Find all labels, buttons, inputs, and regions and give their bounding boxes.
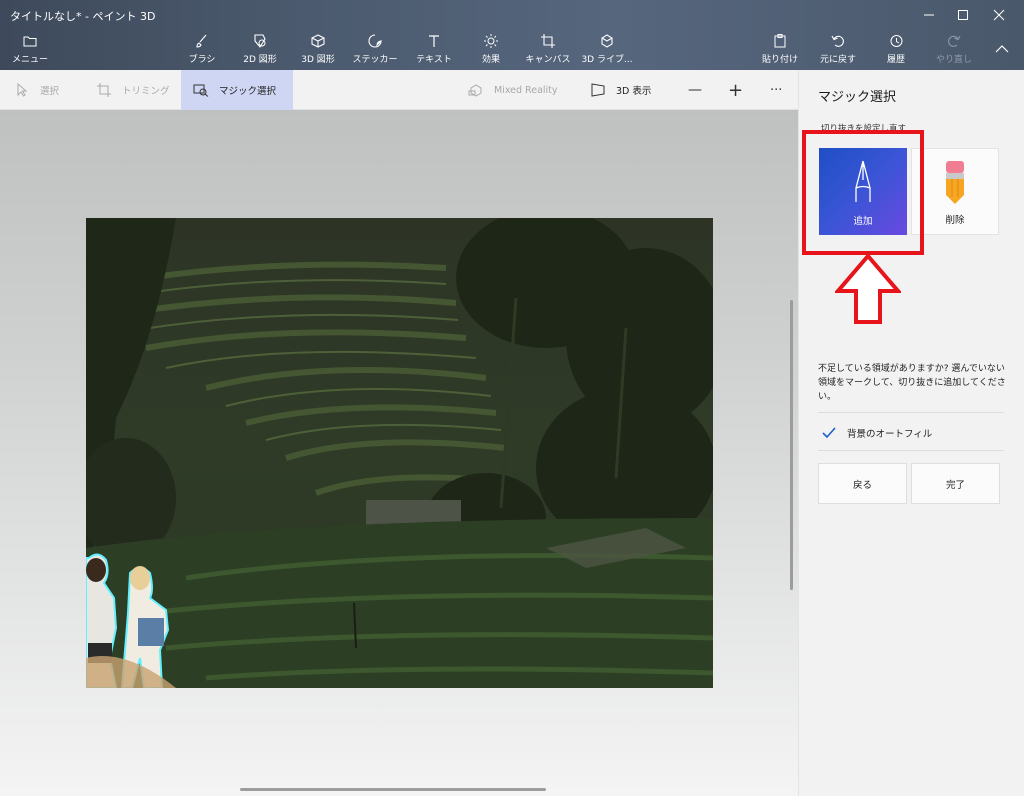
tool-effects-label: 効果 xyxy=(481,55,500,65)
close-button[interactable] xyxy=(982,0,1016,30)
shapes-2d-icon xyxy=(251,32,269,50)
back-button[interactable]: 戻る xyxy=(818,463,907,504)
history-button[interactable]: 履歴 xyxy=(878,32,914,68)
zoom-in-icon: + xyxy=(728,79,744,101)
back-label: 戻る xyxy=(852,479,872,491)
maximize-button[interactable] xyxy=(946,0,980,30)
brush-icon xyxy=(193,32,211,50)
undo-label: 元に戻す xyxy=(819,55,856,65)
minimize-icon xyxy=(924,14,934,16)
mixed-reality-button[interactable]: Mixed Reality xyxy=(468,70,558,110)
select-label: 選択 xyxy=(40,86,60,97)
tool-canvas[interactable]: キャンバス xyxy=(525,32,571,68)
view-3d-label: 3D 表示 xyxy=(616,86,652,97)
view-3d-icon xyxy=(590,82,606,98)
undo-button[interactable]: 元に戻す xyxy=(816,32,860,68)
divider xyxy=(818,412,1004,413)
paste-button[interactable]: 貼り付け xyxy=(760,32,800,68)
select-button[interactable]: 選択 xyxy=(14,70,59,110)
done-button[interactable]: 完了 xyxy=(911,463,1000,504)
title-bar: タイトルなし* - ペイント 3D xyxy=(0,0,1024,30)
vertical-scrollbar[interactable] xyxy=(790,300,793,590)
remove-button[interactable]: 削除 xyxy=(911,148,999,235)
tool-canvas-label: キャンバス xyxy=(525,55,571,65)
clipboard-icon xyxy=(771,32,789,50)
zoom-in-button[interactable]: + xyxy=(728,70,743,110)
shapes-3d-icon xyxy=(309,32,327,50)
magic-select-label: マジック選択 xyxy=(219,86,277,97)
history-label: 履歴 xyxy=(886,55,905,65)
view-3d-button[interactable]: 3D 表示 xyxy=(590,70,651,110)
tool-brush-label: ブラシ xyxy=(188,55,216,65)
zoom-out-icon: — xyxy=(688,82,702,98)
remove-label: 削除 xyxy=(945,215,965,226)
magic-select-panel: マジック選択 切り抜きを設定し直す 追加 削除 不足している領域がありますか? … xyxy=(798,70,1024,796)
minimize-button[interactable] xyxy=(912,0,946,30)
more-icon: ··· xyxy=(770,82,783,98)
tool-2d-shapes[interactable]: 2D 図形 xyxy=(240,32,280,68)
tool-3d-library[interactable]: 3D ライブ... xyxy=(581,32,633,68)
tool-2d-shapes-label: 2D 図形 xyxy=(243,55,277,65)
sticker-icon xyxy=(366,32,384,50)
tool-text[interactable]: テキスト xyxy=(416,32,452,68)
ribbon-band: タイトルなし* - ペイント 3D メニュー ブラシ 2D 図形 3D 図形 ス… xyxy=(0,0,1024,70)
tool-sticker-label: ステッカー xyxy=(352,55,398,65)
arrow-up-annotation xyxy=(835,253,901,324)
close-icon xyxy=(993,9,1005,21)
mixed-reality-label: Mixed Reality xyxy=(494,84,558,96)
crop-icon xyxy=(96,82,112,98)
menu-label: メニュー xyxy=(12,55,49,65)
eraser-icon xyxy=(912,159,998,205)
undo-icon xyxy=(829,32,847,50)
tool-sticker[interactable]: ステッカー xyxy=(352,32,398,68)
tool-brush[interactable]: ブラシ xyxy=(186,32,218,68)
crop-label: トリミング xyxy=(122,86,170,97)
text-icon xyxy=(425,32,443,50)
crop-button[interactable]: トリミング xyxy=(96,70,170,110)
canvas-image[interactable] xyxy=(86,218,713,688)
tool-effects[interactable]: 効果 xyxy=(476,32,506,68)
autofill-checkbox[interactable]: 背景のオートフィル xyxy=(821,422,932,444)
tool-3d-library-label: 3D ライブ... xyxy=(581,55,633,65)
tool-3d-shapes-label: 3D 図形 xyxy=(301,55,335,65)
checkmark-icon xyxy=(821,425,837,441)
zoom-out-button[interactable]: — xyxy=(688,70,702,110)
redo-label: やり直し xyxy=(935,55,972,65)
effects-icon xyxy=(482,32,500,50)
mixed-reality-icon xyxy=(468,82,484,98)
chevron-up-icon xyxy=(993,40,1011,58)
tool-text-label: テキスト xyxy=(416,55,452,65)
horizontal-scrollbar[interactable] xyxy=(240,788,546,791)
maximize-icon xyxy=(958,10,968,20)
paste-label: 貼り付け xyxy=(761,55,798,65)
done-label: 完了 xyxy=(945,479,965,491)
autofill-label: 背景のオートフィル xyxy=(847,429,933,440)
canvas-icon xyxy=(539,32,557,50)
history-icon xyxy=(887,32,905,50)
tool-options-bar: 選択 トリミング マジック選択 Mixed Reality 3D 表示 — + … xyxy=(0,70,798,110)
magic-select-icon xyxy=(193,82,209,98)
hint-text: 不足している領域がありますか? 選んでいない領域をマークして、切り抜きに追加して… xyxy=(818,364,1006,402)
canvas-workspace[interactable] xyxy=(0,110,798,796)
3d-library-icon xyxy=(598,32,616,50)
redo-button[interactable]: やり直し xyxy=(932,32,976,68)
folder-icon xyxy=(21,32,39,50)
cursor-icon xyxy=(14,82,30,98)
divider xyxy=(818,450,1004,451)
menu-button[interactable]: メニュー xyxy=(12,32,48,68)
panel-title: マジック選択 xyxy=(818,90,897,105)
more-options-button[interactable]: ··· xyxy=(770,70,782,110)
tool-3d-shapes[interactable]: 3D 図形 xyxy=(298,32,338,68)
rice-terrace-photo xyxy=(86,218,713,688)
magic-select-button[interactable]: マジック選択 xyxy=(181,70,293,110)
highlight-frame xyxy=(802,130,924,255)
window-title: タイトルなし* - ペイント 3D xyxy=(10,10,156,23)
redo-icon xyxy=(945,32,963,50)
